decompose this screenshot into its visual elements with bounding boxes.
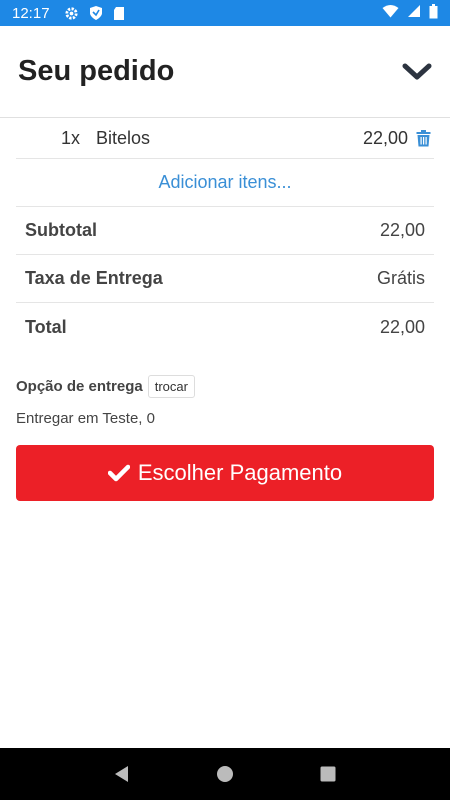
subtotal-row: Subtotal 22,00	[16, 207, 434, 255]
choose-payment-label: Escolher Pagamento	[137, 460, 343, 485]
home-icon[interactable]	[213, 762, 237, 786]
total-value: 22,00	[379, 316, 425, 337]
battery-icon	[429, 3, 438, 23]
item-price: 22,00	[362, 127, 408, 148]
status-bar: 12:17	[0, 0, 450, 26]
shield-icon	[89, 5, 103, 21]
system-nav-bar	[0, 748, 450, 800]
signal-icon	[407, 4, 421, 22]
check-icon	[107, 464, 130, 482]
order-content: 1x Bitelos 22,00 Adicionar itens... Subt…	[16, 118, 434, 501]
item-name: Bitelos	[96, 127, 151, 148]
recents-icon[interactable]	[316, 762, 340, 786]
subtotal-label: Subtotal	[25, 220, 97, 240]
delivery-option-label: Opção de entrega	[16, 378, 143, 395]
back-icon[interactable]	[110, 762, 134, 786]
delivery-fee-row: Taxa de Entrega Grátis	[16, 255, 434, 303]
choose-payment-button[interactable]: Escolher Pagamento	[16, 445, 434, 501]
add-items-row: Adicionar itens...	[16, 159, 434, 207]
gear-icon	[64, 6, 79, 21]
subtotal-value: 22,00	[379, 220, 425, 240]
item-quantity: 1x	[60, 127, 80, 148]
add-items-link[interactable]: Adicionar itens...	[158, 172, 291, 193]
delivery-fee-value: Grátis	[376, 268, 425, 288]
total-row: Total 22,00	[16, 303, 434, 351]
delivery-fee-label: Taxa de Entrega	[25, 268, 163, 288]
order-item-row: 1x Bitelos 22,00	[16, 118, 434, 159]
change-delivery-button[interactable]: trocar	[147, 375, 195, 398]
page-header: Seu pedido	[0, 26, 450, 118]
delivery-option: Opção de entrega trocar	[16, 375, 434, 398]
sd-card-icon	[113, 6, 125, 21]
trash-icon[interactable]	[412, 127, 434, 149]
page-title: Seu pedido	[18, 55, 175, 87]
chevron-down-icon[interactable]	[400, 55, 434, 89]
wifi-icon	[382, 4, 399, 22]
total-label: Total	[25, 316, 67, 337]
status-time: 12:17	[12, 4, 50, 22]
delivery-address: Entregar em Teste, 0	[16, 410, 155, 427]
